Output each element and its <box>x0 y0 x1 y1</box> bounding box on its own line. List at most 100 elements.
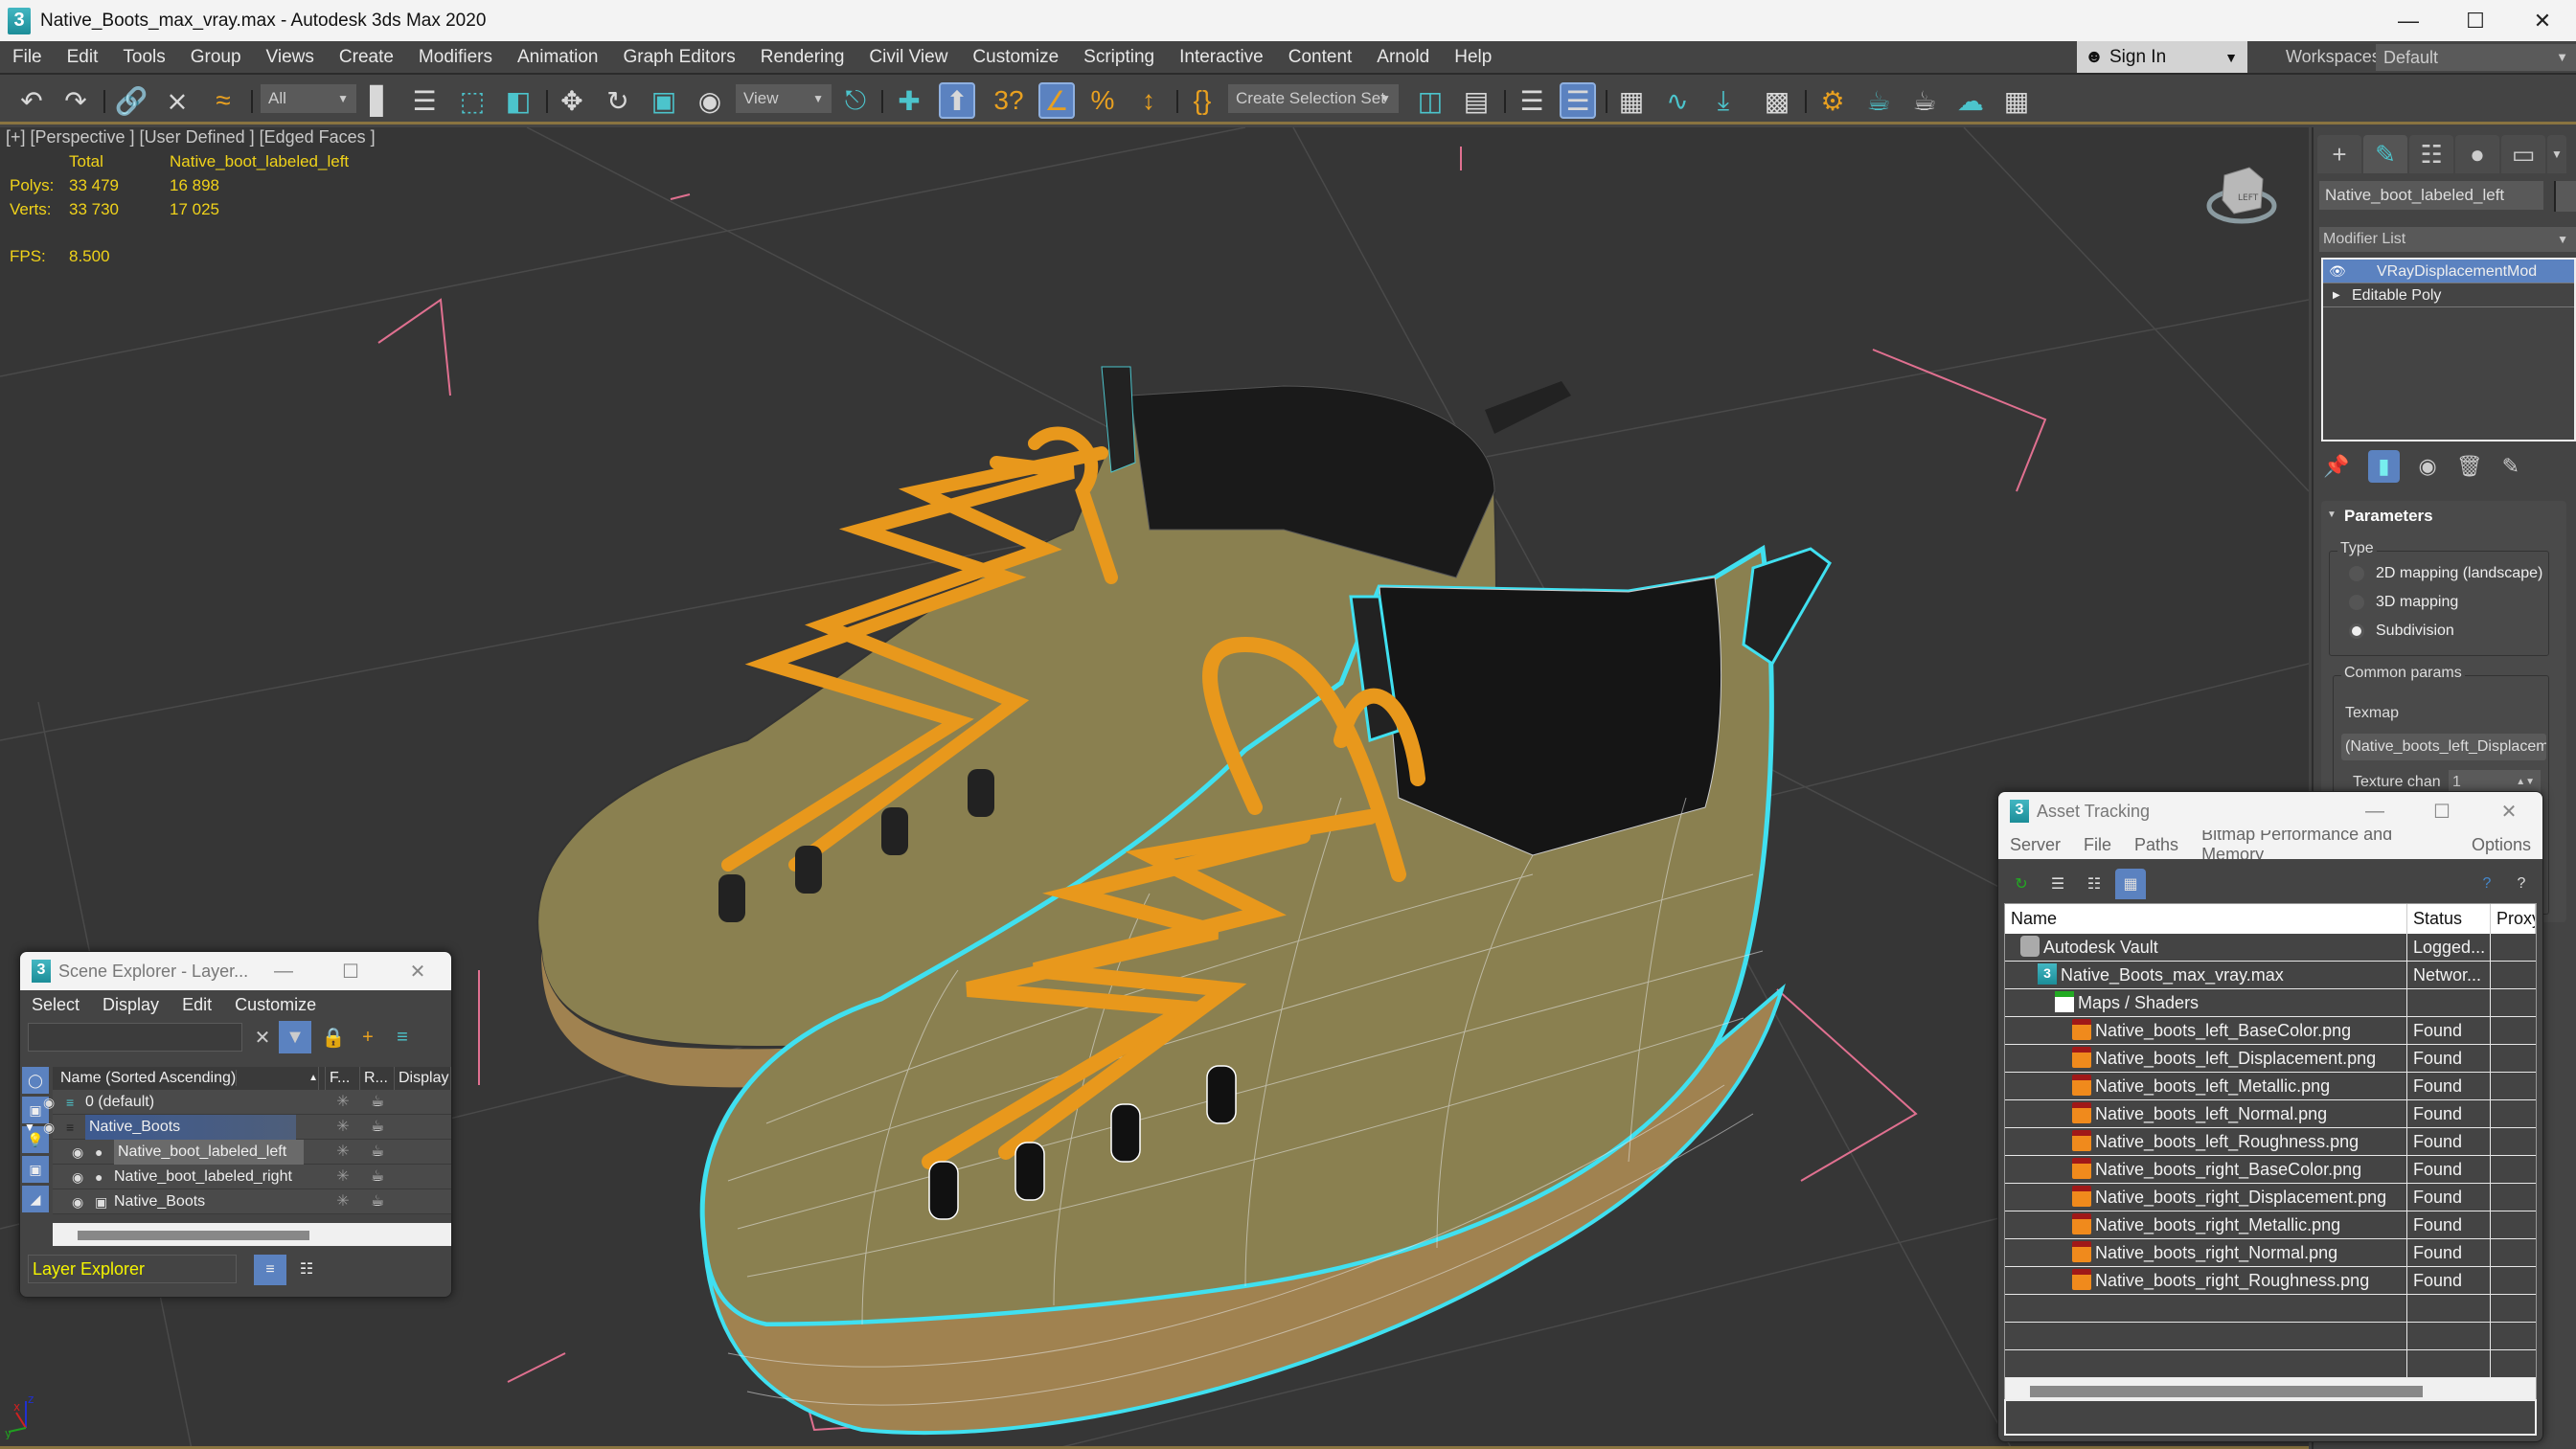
maximize-icon[interactable]: ☐ <box>2408 792 2475 830</box>
menu-paths[interactable]: Paths <box>2123 835 2190 855</box>
column-header-freeze[interactable]: F... <box>326 1067 360 1090</box>
scene-explorer-search-input[interactable] <box>28 1023 242 1052</box>
scrollbar-thumb[interactable] <box>2030 1386 2423 1397</box>
texmap-button[interactable]: (Native_boots_left_Displacem <box>2341 734 2546 760</box>
edit-named-sets-icon[interactable]: {} <box>1184 82 1220 119</box>
asset-row[interactable]: Autodesk Vault Logged... <box>2005 934 2536 962</box>
renderable-teapot-icon[interactable]: ☕ <box>360 1165 395 1189</box>
window-crossing-icon[interactable]: ◧ <box>500 82 536 119</box>
display-cameras-icon[interactable]: ▣ <box>22 1156 49 1183</box>
freeze-icon[interactable]: ✳ <box>326 1189 360 1213</box>
column-header-name[interactable]: Name (Sorted Ascending) ▲ <box>53 1067 326 1090</box>
object-color-swatch[interactable] <box>2554 181 2576 212</box>
column-header-render[interactable]: R... <box>360 1067 395 1090</box>
menu-animation[interactable]: Animation <box>505 47 611 68</box>
menu-scripting[interactable]: Scripting <box>1071 47 1167 68</box>
radio-button[interactable] <box>2349 595 2364 610</box>
undo-icon[interactable]: ↶ <box>13 82 50 119</box>
sign-in-button[interactable]: ☻ Sign In ▼ <box>2077 41 2247 73</box>
scene-explorer-icon[interactable]: ☰ <box>1514 82 1550 119</box>
menu-help[interactable]: Help <box>1442 47 1504 68</box>
render-setup-icon[interactable]: ⚙ <box>1814 82 1851 119</box>
menu-group[interactable]: Group <box>178 47 254 68</box>
remove-modifier-icon[interactable]: 🗑 <box>2456 454 2483 479</box>
radio-button[interactable] <box>2349 566 2364 581</box>
renderable-teapot-icon[interactable]: ☕ <box>360 1115 395 1139</box>
eye-icon[interactable]: ◉ <box>72 1140 83 1165</box>
render-cloud-icon[interactable]: ☁ <box>1952 82 1989 119</box>
link-icon[interactable]: 🔗 <box>113 82 149 119</box>
motion-tab[interactable]: ● <box>2455 135 2499 173</box>
menu-display[interactable]: Display <box>91 995 171 1015</box>
asset-row[interactable]: Native_boots_right_Displacement.png Found <box>2005 1184 2536 1211</box>
minimize-icon[interactable]: — <box>250 952 317 990</box>
workspaces-dropdown[interactable]: Default ▼ <box>2376 44 2576 71</box>
eye-icon[interactable]: ◉ <box>72 1165 83 1189</box>
asset-row[interactable]: Native_boots_right_Normal.png Found <box>2005 1239 2536 1267</box>
parameters-rollout-header[interactable]: Parameters <box>2321 501 2566 526</box>
freeze-icon[interactable]: ✳ <box>326 1165 360 1189</box>
align-icon[interactable]: ▤ <box>1458 82 1494 119</box>
menu-modifiers[interactable]: Modifiers <box>406 47 505 68</box>
create-layer-icon[interactable]: + <box>352 1021 384 1053</box>
help-icon[interactable]: ? <box>2472 869 2502 899</box>
close-icon[interactable]: ✕ <box>384 952 451 990</box>
menu-edit[interactable]: Edit <box>171 995 223 1015</box>
radio-3d-mapping[interactable]: 3D mapping <box>2349 594 2458 611</box>
menu-tools[interactable]: Tools <box>110 47 177 68</box>
close-icon[interactable]: ✕ <box>2475 792 2542 830</box>
radio-2d-mapping[interactable]: 2D mapping (landscape) <box>2349 565 2542 582</box>
menu-select[interactable]: Select <box>20 995 91 1015</box>
column-header-name[interactable]: Name <box>2005 904 2407 934</box>
select-scale-icon[interactable]: ▣ <box>646 82 682 119</box>
menu-file[interactable]: File <box>0 47 55 68</box>
minimize-icon[interactable]: — <box>2341 792 2408 830</box>
radio-subdivision[interactable]: Subdivision <box>2349 623 2454 640</box>
close-icon[interactable]: ✕ <box>2509 0 2576 41</box>
expand-arrow-icon[interactable]: ▼ <box>24 1115 35 1140</box>
eye-icon[interactable]: ◉ <box>43 1115 55 1140</box>
menu-file[interactable]: File <box>2072 835 2123 855</box>
asset-row[interactable]: Native_boots_left_BaseColor.png Found <box>2005 1017 2536 1045</box>
layer-mode-icon[interactable]: ≡ <box>254 1255 286 1285</box>
column-header-status[interactable]: Status <box>2407 904 2491 934</box>
keyboard-shortcut-icon[interactable]: ⬆ <box>939 82 975 119</box>
select-move-icon[interactable]: ✥ <box>554 82 590 119</box>
scrollbar-thumb[interactable] <box>78 1231 309 1240</box>
make-unique-icon[interactable]: ◉ <box>2419 454 2437 479</box>
selection-filter-dropdown[interactable]: All ▼ <box>261 84 356 113</box>
explorer-type-dropdown[interactable]: Layer Explorer <box>28 1255 237 1283</box>
scene-explorer-row[interactable]: ◉ ● Native_boot_labeled_left ✳ ☕ <box>53 1140 451 1165</box>
asset-row[interactable]: Native_boots_left_Metallic.png Found <box>2005 1073 2536 1100</box>
lock-icon[interactable]: 🔒 <box>317 1021 350 1053</box>
eye-icon[interactable]: ◉ <box>72 1189 83 1214</box>
menu-edit[interactable]: Edit <box>55 47 111 68</box>
configure-modifier-sets-icon[interactable]: ✎ <box>2502 454 2519 479</box>
unlink-icon[interactable]: ⨯ <box>159 82 195 119</box>
use-pivot-icon[interactable]: ⎋ <box>837 82 874 119</box>
menu-rendering[interactable]: Rendering <box>748 47 857 68</box>
reference-coordinate-dropdown[interactable]: View ▼ <box>736 84 832 113</box>
maximize-icon[interactable]: ☐ <box>317 952 384 990</box>
tree-view-icon[interactable]: ☷ <box>2079 869 2109 899</box>
object-name-field[interactable]: Native_boot_labeled_left <box>2319 181 2543 210</box>
asset-row[interactable]: Maps / Shaders <box>2005 989 2536 1017</box>
menu-arnold[interactable]: Arnold <box>1364 47 1442 68</box>
toggle-ribbon-icon[interactable]: ▦ <box>1613 82 1650 119</box>
radio-button[interactable] <box>2349 623 2364 639</box>
asset-row[interactable]: 3 Native_Boots_max_vray.max Networ... <box>2005 962 2536 989</box>
display-helpers-icon[interactable]: ◢ <box>22 1186 49 1212</box>
expand-arrow-icon[interactable]: ▶ <box>2333 283 2340 307</box>
scene-explorer-row[interactable]: ◉ ● Native_boot_labeled_right ✳ ☕ <box>53 1165 451 1189</box>
angle-snap-icon[interactable]: ∠ <box>1038 82 1075 119</box>
filter-icon[interactable]: ▼ <box>279 1021 311 1053</box>
layer-explorer-icon[interactable]: ☰ <box>1560 82 1596 119</box>
more-tabs-dropdown[interactable]: ▼ <box>2547 135 2566 173</box>
viewport-label-menu[interactable]: [+] [Perspective ] [User Defined ] [Edge… <box>6 127 376 147</box>
column-header-display[interactable]: Display a <box>395 1067 451 1090</box>
menu-views[interactable]: Views <box>254 47 327 68</box>
modify-tab[interactable]: ✎ <box>2363 135 2407 173</box>
rect-selection-region-icon[interactable]: ⬚ <box>454 82 490 119</box>
horizontal-scrollbar[interactable] <box>53 1223 451 1246</box>
hierarchy-tab[interactable]: ☷ <box>2409 135 2453 173</box>
